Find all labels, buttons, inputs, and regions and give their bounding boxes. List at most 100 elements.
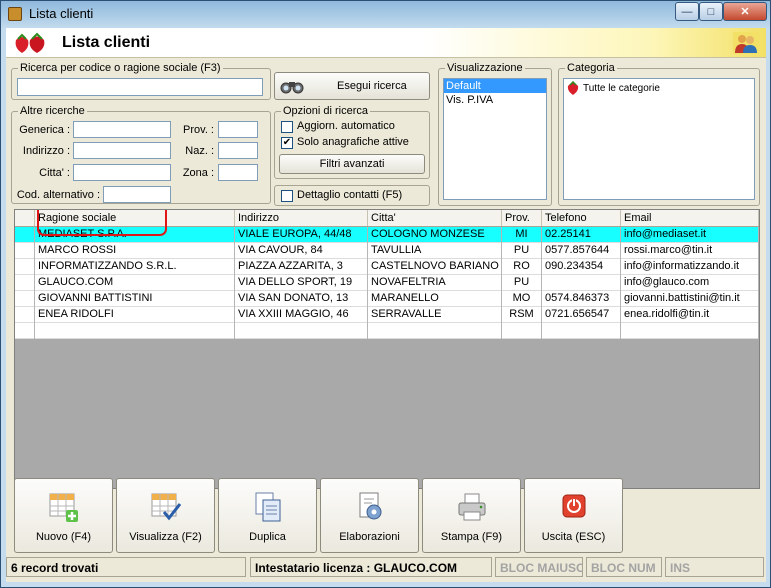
detail-contacts-label: Dettaglio contatti (F5): [297, 189, 403, 201]
citta-cell: CASTELNOVO BARIANO: [368, 259, 502, 275]
telefono-cell: 0577.857644: [542, 243, 621, 259]
citta-cell: SERRAVALLE: [368, 307, 502, 323]
prov-cell: MO: [502, 291, 542, 307]
column-telefono[interactable]: Telefono: [542, 210, 621, 226]
citta-cell: COLOGNO MONZESE: [368, 227, 502, 243]
indirizzo-cell: VIA XXIII MAGGIO, 46: [235, 307, 368, 323]
elaborazioni-button[interactable]: Elaborazioni: [320, 478, 419, 553]
minimize-button[interactable]: —: [675, 2, 699, 21]
duplica-label: Duplica: [249, 531, 286, 543]
table-row[interactable]: INFORMATIZZANDO S.R.L. PIAZZA AZZARITA, 3…: [15, 259, 759, 275]
indirizzo-cell: VIALE EUROPA, 44/48: [235, 227, 368, 243]
solo-attive-checkbox[interactable]: ✔: [281, 137, 293, 149]
prov-cell: PU: [502, 275, 542, 291]
strawberry-icon: [567, 81, 579, 95]
table-row[interactable]: GLAUCO.COM VIA DELLO SPORT, 19 NOVAFELTRIA…: [15, 275, 759, 291]
row-selector: [15, 323, 35, 339]
users-icon[interactable]: [733, 32, 759, 54]
window-title: Lista clienti: [29, 6, 94, 21]
maximize-button[interactable]: □: [699, 2, 723, 21]
main-window: Lista clienti — □ ✕ Lista clienti Ricerc…: [0, 0, 771, 588]
cod-alt-input[interactable]: [103, 186, 171, 203]
view-listbox[interactable]: Default Vis. P.IVA: [443, 78, 547, 200]
ragione-sociale-cell: INFORMATIZZANDO S.R.L.: [35, 259, 235, 275]
client-area: Lista clienti Ricerca per codice o ragio…: [6, 28, 766, 582]
row-selector: [15, 291, 35, 307]
duplicate-icon: [255, 492, 280, 522]
naz-input[interactable]: [218, 142, 258, 159]
ragione-sociale-cell: MEDIASET S.P.A.: [35, 227, 235, 243]
printer-icon: [458, 493, 485, 521]
category-item-all[interactable]: Tutte le categorie: [564, 79, 754, 97]
view-group-label: Visualizzazione: [445, 62, 525, 74]
column-indirizzo[interactable]: Indirizzo: [235, 210, 368, 226]
naz-label: Naz. :: [185, 145, 214, 157]
uscita-button[interactable]: Uscita (ESC): [524, 478, 623, 553]
status-num-lock: BLOC NUM: [586, 557, 662, 577]
category-group-label: Categoria: [565, 62, 617, 74]
row-selector: [15, 243, 35, 259]
view-table-icon: [151, 493, 181, 521]
row-selector: [15, 275, 35, 291]
table-row[interactable]: GIOVANNI BATTISTINI VIA SAN DONATO, 13 MAR…: [15, 291, 759, 307]
indirizzo-input[interactable]: [73, 142, 171, 159]
telefono-cell: [542, 275, 621, 291]
view-item-piva[interactable]: Vis. P.IVA: [444, 93, 546, 107]
binoculars-icon: [280, 82, 304, 94]
column-email[interactable]: Email: [621, 210, 759, 226]
table-row[interactable]: ENEA RIDOLFI VIA XXIII MAGGIO, 46 SERRAVAL…: [15, 307, 759, 323]
telefono-cell: [542, 323, 621, 339]
nuovo-button[interactable]: Nuovo (F4): [14, 478, 113, 553]
search-input[interactable]: [17, 78, 263, 96]
title-bar[interactable]: Lista clienti — □ ✕: [1, 1, 770, 27]
header-banner: Lista clienti: [6, 28, 766, 58]
category-listbox[interactable]: Tutte le categorie: [563, 78, 755, 200]
aggiorn-checkbox[interactable]: [281, 121, 293, 133]
table-row[interactable]: MARCO ROSSI VIA CAVOUR, 84 TAVULLIA PU 0577.…: [15, 243, 759, 259]
close-button[interactable]: ✕: [723, 2, 767, 21]
row-selector: [15, 307, 35, 323]
elaborazioni-label: Elaborazioni: [339, 531, 400, 543]
email-cell: info@informatizzando.it: [621, 259, 759, 275]
column-ragione-sociale[interactable]: Ragione sociale: [35, 210, 235, 226]
duplica-button[interactable]: Duplica: [218, 478, 317, 553]
telefono-cell: 02.25141: [542, 227, 621, 243]
citta-input[interactable]: [73, 164, 171, 181]
indirizzo-cell: VIA CAVOUR, 84: [235, 243, 368, 259]
other-searches-label: Altre ricerche: [18, 105, 87, 117]
prov-input[interactable]: [218, 121, 258, 138]
uscita-label: Uscita (ESC): [541, 531, 606, 543]
strawberry-icon: [15, 32, 45, 53]
telefono-cell: 0721.656547: [542, 307, 621, 323]
prov-label: Prov. :: [183, 124, 214, 136]
table-row[interactable]: [15, 323, 759, 339]
view-item-default[interactable]: Default: [444, 79, 546, 93]
column-prov[interactable]: Prov.: [502, 210, 542, 226]
status-records: 6 record trovati: [6, 557, 246, 577]
ragione-sociale-cell: ENEA RIDOLFI: [35, 307, 235, 323]
indirizzo-cell: PIAZZA AZZARITA, 3: [235, 259, 368, 275]
new-table-icon: [49, 493, 78, 522]
citta-cell: MARANELLO: [368, 291, 502, 307]
clients-grid[interactable]: Ragione sociale Indirizzo Citta' Prov. T…: [14, 209, 760, 489]
app-icon: [8, 7, 22, 21]
aggiorn-label: Aggiorn. automatico: [297, 120, 395, 132]
category-item-label: Tutte le categorie: [583, 82, 660, 94]
prov-cell: PU: [502, 243, 542, 259]
prov-cell: [502, 323, 542, 339]
email-cell: rossi.marco@tin.it: [621, 243, 759, 259]
telefono-cell: 0574.846373: [542, 291, 621, 307]
detail-contacts-checkbox[interactable]: [281, 190, 293, 202]
zona-input[interactable]: [218, 164, 258, 181]
email-cell: info@glauco.com: [621, 275, 759, 291]
column-citta[interactable]: Citta': [368, 210, 502, 226]
generica-label: Generica :: [19, 124, 70, 136]
status-license: Intestatario licenza : GLAUCO.COM: [250, 557, 492, 577]
stampa-button[interactable]: Stampa (F9): [422, 478, 521, 553]
search-button[interactable]: Esegui ricerca: [274, 72, 430, 100]
advanced-filters-button[interactable]: Filtri avanzati: [279, 154, 425, 174]
generica-input[interactable]: [73, 121, 171, 138]
visualizza-button[interactable]: Visualizza (F2): [116, 478, 215, 553]
table-row[interactable]: MEDIASET S.P.A. VIALE EUROPA, 44/48 COLOGN…: [15, 227, 759, 243]
indirizzo-cell: VIA SAN DONATO, 13: [235, 291, 368, 307]
